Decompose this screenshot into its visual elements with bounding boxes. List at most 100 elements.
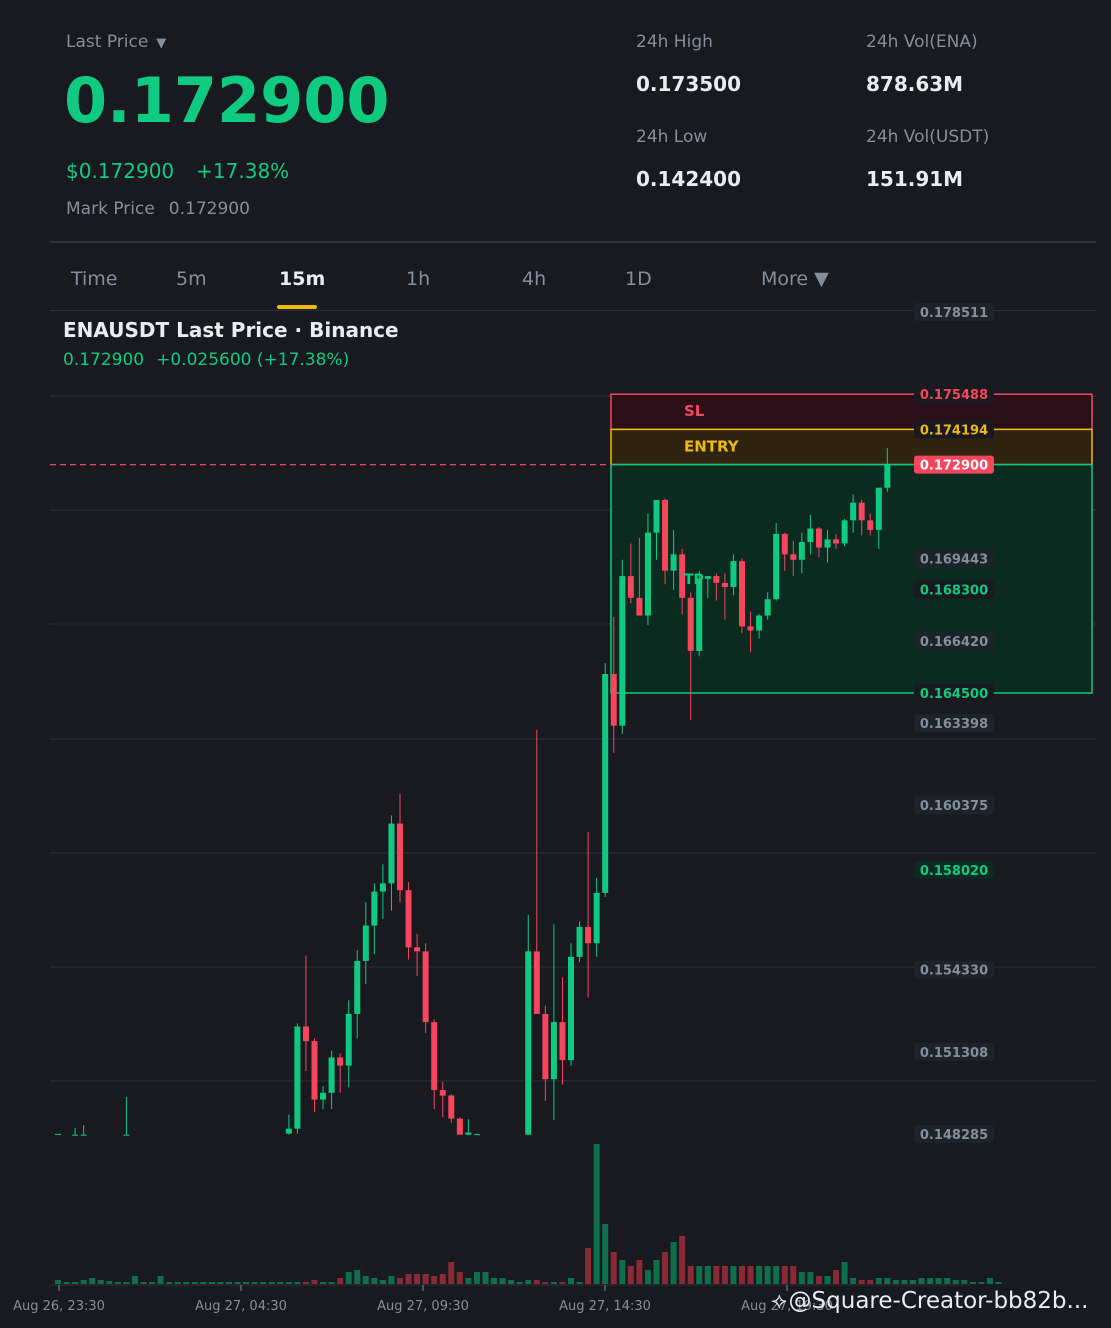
volume-bar	[824, 1276, 831, 1284]
candle-body	[542, 1013, 549, 1080]
volume-bar	[790, 1266, 797, 1284]
watermark: ⟡@Square-Creator-bb82b...	[772, 1288, 1088, 1314]
volume-bar	[157, 1276, 164, 1284]
candle-body	[875, 487, 882, 530]
candle-body	[568, 956, 574, 1061]
price-axis: 0.178511 0.175488 0.174194 0.172900 0.169443…	[914, 303, 994, 1143]
volume-bar	[935, 1278, 942, 1284]
price-tick-label: 0.168300	[920, 584, 988, 599]
volume-bar	[302, 1282, 309, 1284]
candle-body	[721, 582, 728, 587]
volume-bar	[55, 1280, 61, 1284]
volume-bar	[362, 1276, 369, 1284]
volume-bar	[473, 1272, 480, 1284]
candle-body	[473, 1134, 480, 1136]
price-tick-label: 0.169443	[920, 553, 988, 568]
candle-body	[311, 1041, 318, 1100]
volume-bar	[123, 1282, 130, 1284]
candle-body	[807, 528, 814, 543]
volume-bar	[739, 1266, 745, 1284]
volume-bar	[875, 1278, 882, 1284]
candle-body	[550, 1022, 557, 1080]
candle-body	[773, 533, 780, 600]
volume-bar	[978, 1282, 985, 1284]
volume-bar	[371, 1278, 378, 1284]
candle-body	[790, 554, 797, 560]
candle-body	[867, 520, 874, 530]
volume-bar	[687, 1266, 694, 1284]
price-tick-label: 0.151308	[920, 1046, 988, 1061]
volume-bar	[858, 1280, 865, 1284]
volume-bar	[422, 1274, 429, 1284]
volume-bar	[226, 1282, 232, 1284]
volume-bar	[644, 1270, 651, 1284]
volume-bar	[268, 1282, 275, 1284]
candle-body	[593, 892, 600, 944]
volume-bar	[114, 1282, 121, 1284]
volume-bar	[491, 1278, 498, 1284]
volume-bar	[285, 1282, 292, 1284]
volume-bar	[448, 1262, 455, 1284]
candle-body	[414, 947, 421, 952]
candle-body	[850, 502, 857, 521]
volume-bar	[867, 1280, 874, 1284]
volume-bar	[815, 1276, 822, 1284]
candle-body	[465, 1132, 472, 1135]
price-tick-label: 0.174194	[920, 423, 988, 438]
candle-body	[422, 951, 429, 1023]
price-tick-label: 0.160375	[920, 799, 988, 814]
volume-bar	[927, 1278, 934, 1284]
time-tick-label: Aug 27, 14:30	[559, 1299, 651, 1314]
volume-bar	[174, 1282, 181, 1284]
volume-bar	[260, 1282, 267, 1284]
volume-bar	[910, 1280, 916, 1284]
volume-bar	[781, 1266, 788, 1284]
candle-body	[559, 1022, 566, 1061]
candle-body	[662, 499, 669, 571]
candle-body	[833, 539, 840, 544]
candle-body	[328, 1057, 335, 1093]
volume-bar	[89, 1278, 96, 1284]
volume-bar	[140, 1282, 147, 1284]
volume-bar	[166, 1282, 173, 1284]
candlestick-chart[interactable]: SL ENTRY TP 0.178511 0.175488 0.174194 0.172…	[0, 0, 1111, 1328]
volume-bar	[841, 1262, 848, 1284]
volume-bar	[533, 1280, 540, 1284]
volume-bar	[550, 1282, 557, 1284]
candle-body	[525, 951, 532, 1135]
volume-bar	[713, 1266, 720, 1284]
volume-bar	[585, 1248, 592, 1284]
price-tick-label: 0.178511	[920, 306, 988, 321]
price-tick-label: 0.154330	[920, 964, 988, 979]
volume-bar	[593, 1144, 600, 1284]
volume-bar	[191, 1282, 198, 1284]
volume-bar	[773, 1266, 780, 1284]
volume-bar	[653, 1260, 660, 1284]
volume-bar	[525, 1280, 532, 1284]
volume-bar	[431, 1276, 438, 1284]
candle-body	[320, 1092, 327, 1100]
volume-bar	[952, 1280, 959, 1284]
volume-bar	[208, 1282, 215, 1284]
candle-body	[644, 532, 651, 616]
volume-bar	[969, 1282, 976, 1284]
volume-bar	[499, 1278, 506, 1284]
candle-body	[730, 561, 737, 587]
price-tick-label: 0.172900	[920, 459, 988, 474]
candle-body	[627, 576, 634, 598]
candle-body	[388, 823, 395, 884]
volume-bar	[704, 1266, 711, 1284]
candle-body	[815, 528, 822, 548]
candle-body	[302, 1026, 309, 1042]
chart-sub-price: 0.172900	[63, 350, 145, 370]
time-tick-label: Aug 27, 09:30	[377, 1299, 469, 1314]
volume-bar	[798, 1272, 805, 1284]
candle-body	[858, 502, 865, 521]
candle-body	[739, 561, 745, 627]
time-tick-label: Aug 26, 23:30	[13, 1299, 105, 1314]
volume-bar	[243, 1282, 250, 1284]
volume-bar	[627, 1266, 634, 1284]
volume-bar	[439, 1274, 446, 1284]
volume-bar	[670, 1242, 677, 1284]
candle-body	[371, 891, 378, 926]
